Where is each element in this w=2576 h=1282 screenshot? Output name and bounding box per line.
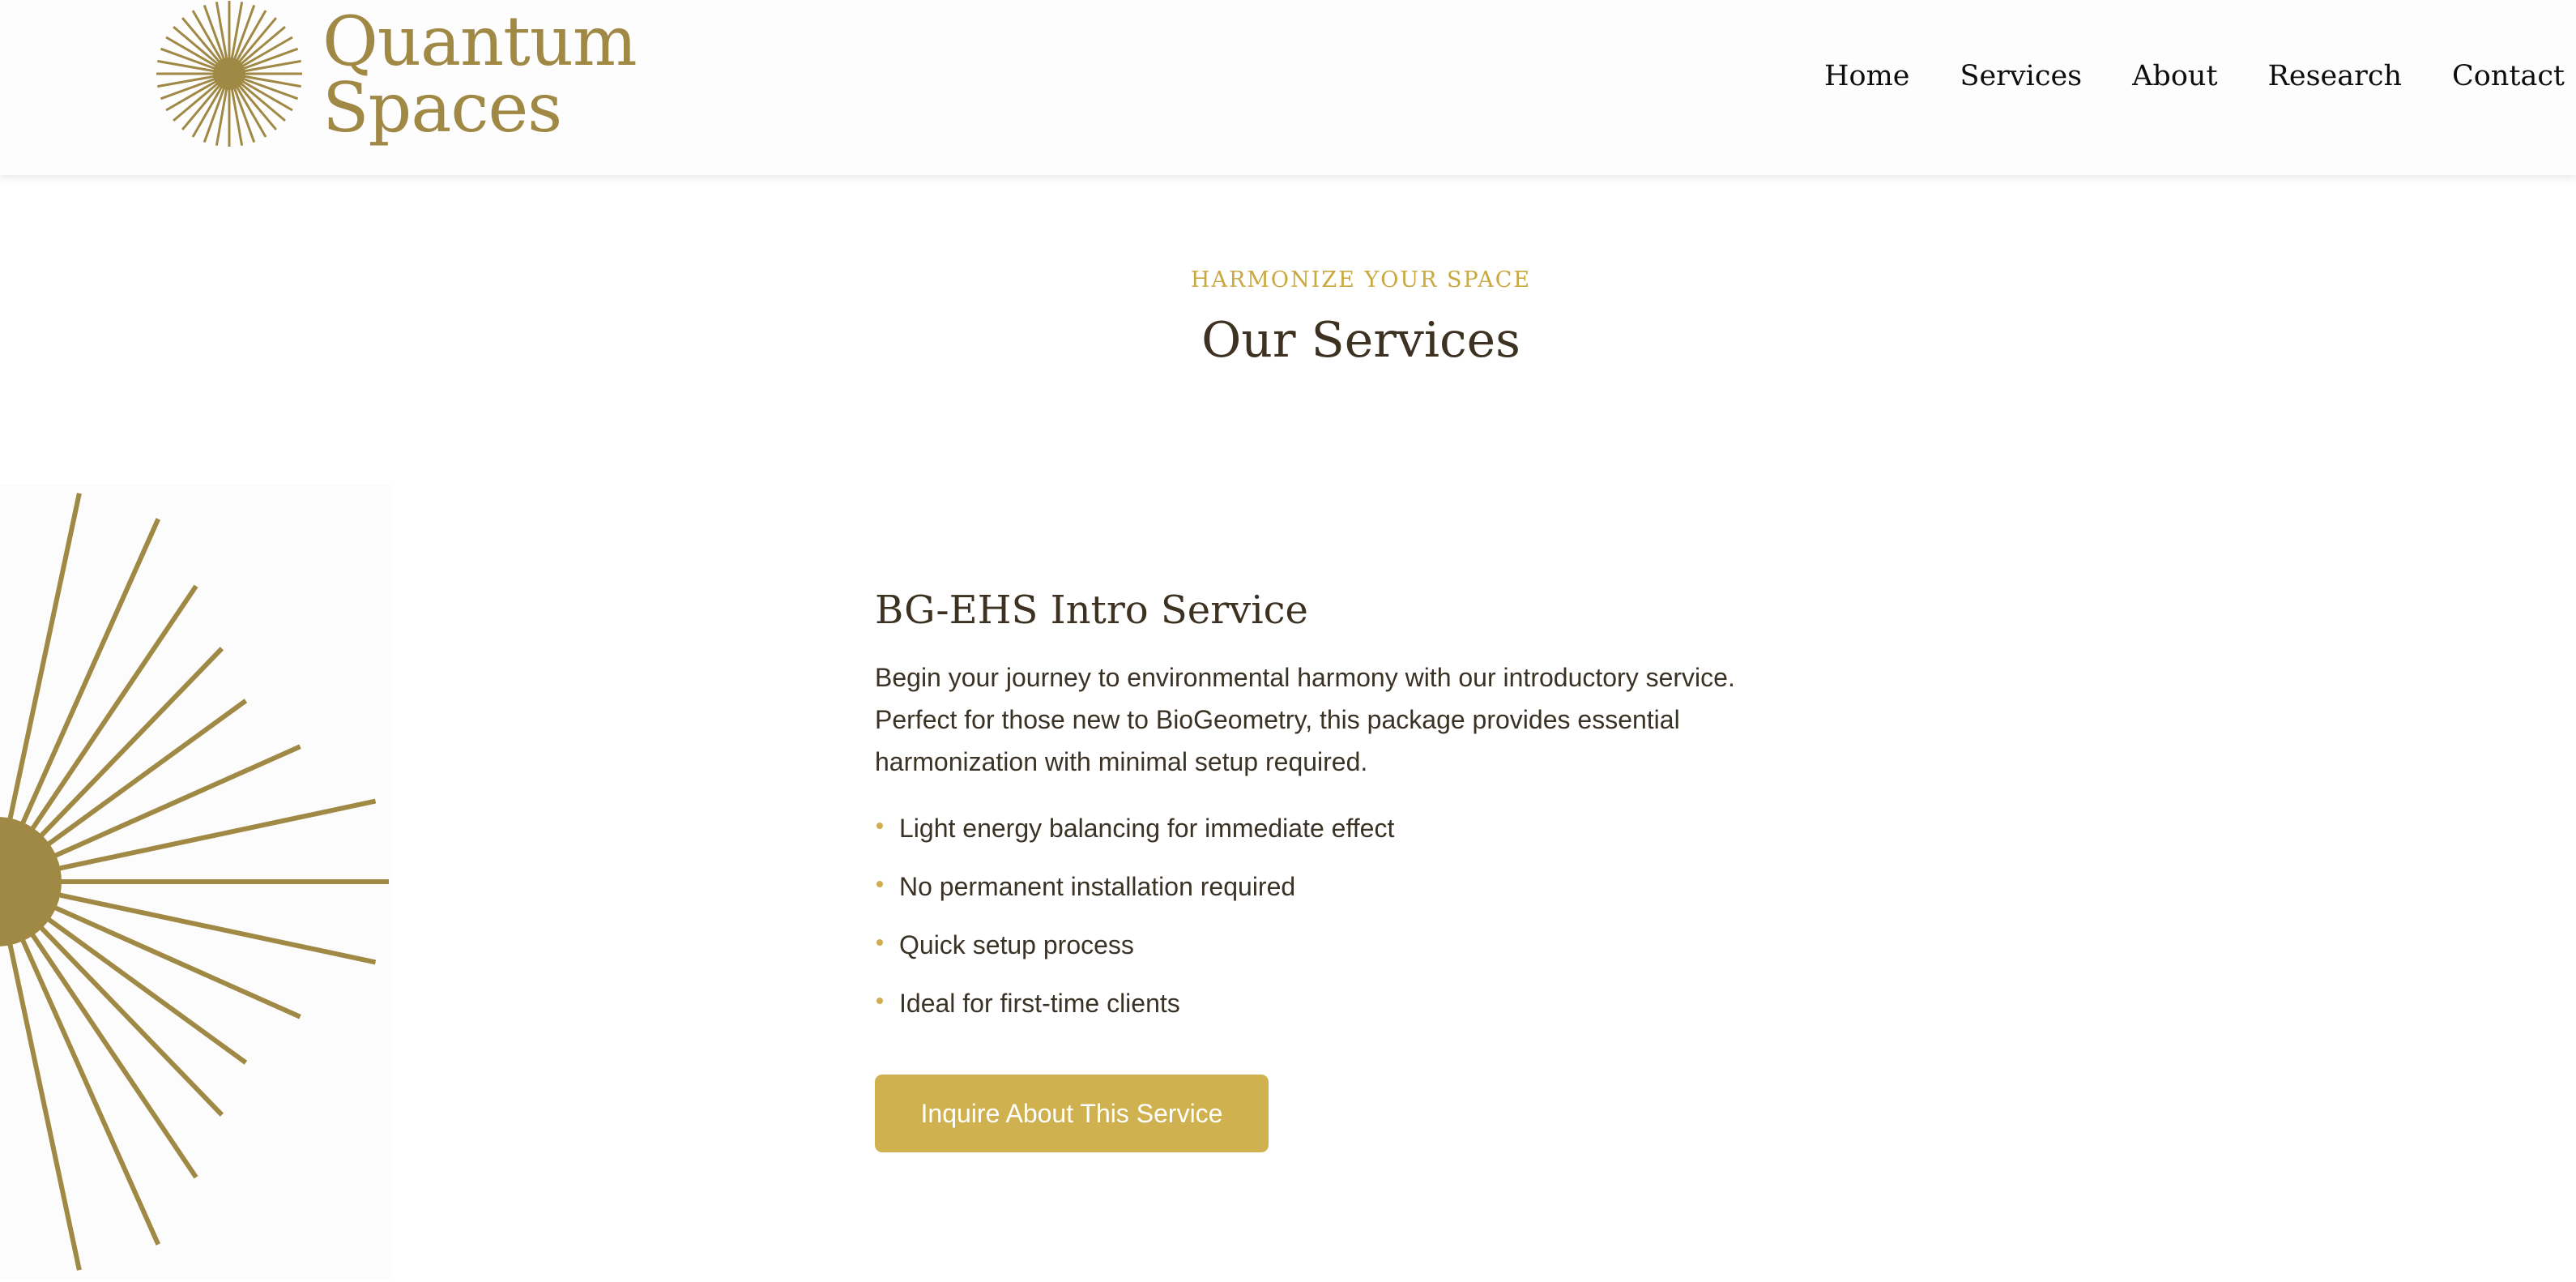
inquire-service-button[interactable]: Inquire About This Service	[875, 1075, 1269, 1152]
nav-about-link[interactable]: About	[2132, 60, 2217, 92]
brand-logo-link[interactable]: Quantum Spaces	[156, 0, 638, 159]
feature-item: Light energy balancing for immediate eff…	[875, 812, 1815, 844]
section-title: Our Services	[1201, 312, 1520, 369]
bullet-dot-icon	[876, 881, 883, 887]
brand-name: Quantum Spaces	[322, 2, 638, 147]
feature-item: Quick setup process	[875, 929, 1815, 961]
brand-name-line1: Quantum	[322, 2, 638, 81]
site-header: Quantum Spaces Home Services About Resea…	[0, 0, 2576, 175]
feature-item: Ideal for first-time clients	[875, 987, 1815, 1019]
brand-name-line2: Spaces	[322, 68, 562, 147]
service-description: Begin your journey to environmental harm…	[875, 663, 1735, 776]
feature-text: No permanent installation required	[899, 872, 1296, 901]
nav-services-link[interactable]: Services	[1960, 60, 2082, 92]
service-card: BG-EHS Intro Service Begin your journey …	[875, 582, 1815, 1152]
feature-text: Quick setup process	[899, 930, 1134, 959]
bullet-dot-icon	[876, 939, 883, 946]
service-illustration	[0, 485, 392, 1279]
sunburst-logo-icon	[156, 1, 302, 147]
bullet-dot-icon	[876, 823, 883, 829]
nav-research-link[interactable]: Research	[2268, 60, 2402, 92]
service-title: BG-EHS Intro Service	[875, 588, 1308, 633]
main-nav: Home Services About Research Contact	[1774, 53, 2565, 99]
nav-home-link[interactable]: Home	[1824, 60, 1910, 92]
nav-contact-link[interactable]: Contact	[2452, 60, 2565, 92]
section-eyebrow: HARMONIZE YOUR SPACE	[1190, 267, 1532, 293]
feature-text: Light energy balancing for immediate eff…	[899, 814, 1395, 843]
sunburst-illustration	[0, 493, 389, 1271]
bullet-dot-icon	[876, 998, 883, 1004]
feature-list: Light energy balancing for immediate eff…	[875, 812, 1815, 1019]
feature-item: No permanent installation required	[875, 870, 1815, 903]
feature-text: Ideal for first-time clients	[899, 989, 1180, 1018]
